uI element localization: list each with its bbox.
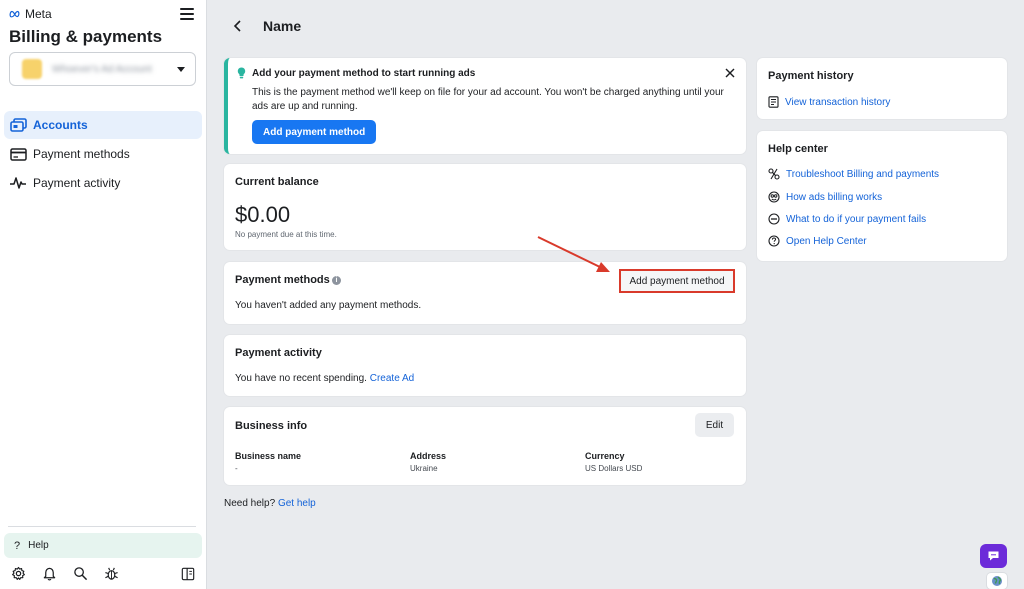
field-label: Business name <box>235 451 302 461</box>
sidebar-help-button[interactable]: ? Help <box>4 533 202 558</box>
view-transaction-history-link[interactable]: View transaction history <box>768 96 890 108</box>
minus-circle-icon <box>768 213 780 225</box>
accounts-icon <box>9 117 27 133</box>
sidebar-item-label: Payment activity <box>33 176 121 190</box>
sidebar-footer <box>10 565 196 582</box>
field-label: Currency <box>585 451 625 461</box>
credit-card-icon <box>9 146 27 162</box>
panel-toggle-icon[interactable] <box>179 565 196 582</box>
current-balance-card: Current balance $0.00 No payment due at … <box>224 164 746 250</box>
address-field: Address Ukraine <box>410 451 446 473</box>
need-help-text: Need help? <box>224 498 276 509</box>
balance-amount: $0.00 <box>235 202 291 227</box>
chat-support-button[interactable] <box>980 544 1007 568</box>
setup-notice-card: Add your payment method to start running… <box>224 58 746 154</box>
sidebar-nav: Accounts Payment methods Payment activit… <box>4 111 202 198</box>
bug-icon[interactable] <box>103 565 120 582</box>
back-button[interactable] <box>228 16 248 36</box>
payment-methods-empty-text: You haven't added any payment methods. <box>235 300 422 311</box>
help-center-title: Help center <box>768 143 828 155</box>
sidebar-item-label: Accounts <box>33 118 88 132</box>
help-center-card: Help center Troubleshoot Billing and pay… <box>757 131 1007 261</box>
payment-methods-title: Payment methods <box>235 274 330 286</box>
account-avatar <box>22 59 42 79</box>
payment-activity-card: Payment activity You have no recent spen… <box>224 335 746 396</box>
menu-icon[interactable] <box>180 8 194 20</box>
balance-title: Current balance <box>235 176 319 188</box>
question-icon: ? <box>14 539 21 552</box>
bell-icon[interactable] <box>41 565 58 582</box>
sidebar-item-accounts[interactable]: Accounts <box>4 111 202 139</box>
receipt-icon <box>768 96 779 108</box>
payment-history-card: Payment history View transaction history <box>757 58 1007 119</box>
language-button[interactable] <box>987 573 1007 589</box>
help-link-billing-works[interactable]: How ads billing works <box>768 191 882 203</box>
create-ad-link[interactable]: Create Ad <box>370 373 414 384</box>
info-icon[interactable]: i <box>332 276 341 285</box>
notice-body: This is the payment method we'll keep on… <box>252 87 724 112</box>
add-payment-method-button[interactable]: Add payment method <box>619 269 735 293</box>
meta-brand[interactable]: Meta <box>9 7 52 21</box>
sidebar-item-payment-activity[interactable]: Payment activity <box>4 169 202 197</box>
notice-title: Add your payment method to start running… <box>252 68 476 79</box>
balance-subtext: No payment due at this time. <box>235 230 337 239</box>
page-title: Name <box>263 18 302 34</box>
help-link-open-help-center[interactable]: Open Help Center <box>768 235 867 247</box>
help-link-troubleshoot[interactable]: Troubleshoot Billing and payments <box>768 168 939 180</box>
link-label: View transaction history <box>785 96 891 108</box>
link-label: What to do if your payment fails <box>786 213 927 225</box>
chat-bubble-icon <box>988 551 999 561</box>
sidebar-item-label: Payment methods <box>33 147 130 161</box>
field-value: Ukraine <box>410 464 438 473</box>
business-name-field: Business name - <box>235 451 301 473</box>
globe-icon <box>992 576 1002 586</box>
payment-history-title: Payment history <box>768 70 854 82</box>
field-value: - <box>235 464 238 473</box>
payment-methods-card: Payment methods i You haven't added any … <box>224 262 746 324</box>
help-link-payment-fails[interactable]: What to do if your payment fails <box>768 213 926 225</box>
question-circle-icon <box>768 235 780 247</box>
sidebar-divider <box>8 526 196 527</box>
link-label: Troubleshoot Billing and payments <box>786 168 940 180</box>
edit-business-info-button[interactable]: Edit <box>695 413 734 437</box>
field-value: US Dollars USD <box>585 464 643 473</box>
currency-field: Currency US Dollars USD <box>585 451 642 473</box>
sidebar: Meta Billing & payments Whoever's Ad Acc… <box>0 0 207 589</box>
link-label: How ads billing works <box>786 191 883 203</box>
account-name: Whoever's Ad Account <box>52 63 152 75</box>
notice-add-payment-method-button[interactable]: Add payment method <box>252 120 377 144</box>
payment-activity-title: Payment activity <box>235 347 322 359</box>
help-label: Help <box>28 540 49 551</box>
get-help-link[interactable]: Get help <box>278 498 316 509</box>
need-help: Need help? Get help <box>224 498 316 509</box>
close-icon[interactable] <box>724 67 736 79</box>
payment-activity-empty-text: You have no recent spending. <box>235 373 367 384</box>
gear-icon[interactable] <box>10 565 27 582</box>
payment-activity-text: You have no recent spending. Create Ad <box>235 373 414 384</box>
main-header: Name <box>228 14 301 38</box>
business-info-title: Business info <box>235 420 308 432</box>
business-info-card: Business info Edit Business name - Addre… <box>224 407 746 485</box>
tools-icon <box>768 168 780 180</box>
link-label: Open Help Center <box>786 235 867 247</box>
field-label: Address <box>410 451 447 461</box>
chevron-down-icon <box>177 66 185 72</box>
account-selector[interactable]: Whoever's Ad Account <box>9 52 196 86</box>
billing-info-icon <box>768 191 780 203</box>
brand-name: Meta <box>25 7 52 21</box>
sidebar-item-payment-methods[interactable]: Payment methods <box>4 140 202 168</box>
page-heading: Billing & payments <box>9 27 163 46</box>
search-icon[interactable] <box>72 565 89 582</box>
lightbulb-icon <box>237 67 246 79</box>
chevron-left-icon <box>233 20 241 32</box>
meta-logo-icon <box>9 10 20 18</box>
activity-pulse-icon <box>9 175 27 191</box>
